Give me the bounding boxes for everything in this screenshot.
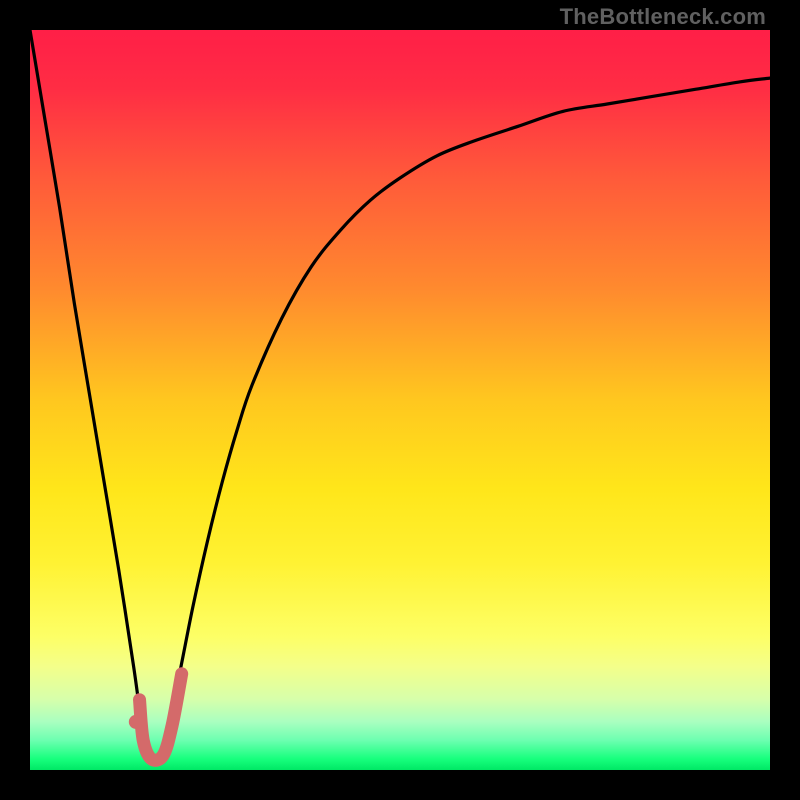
app-frame: TheBottleneck.com: [0, 0, 800, 800]
plot-area: [30, 30, 770, 770]
heat-gradient: [30, 30, 770, 770]
watermark-text: TheBottleneck.com: [560, 4, 766, 30]
